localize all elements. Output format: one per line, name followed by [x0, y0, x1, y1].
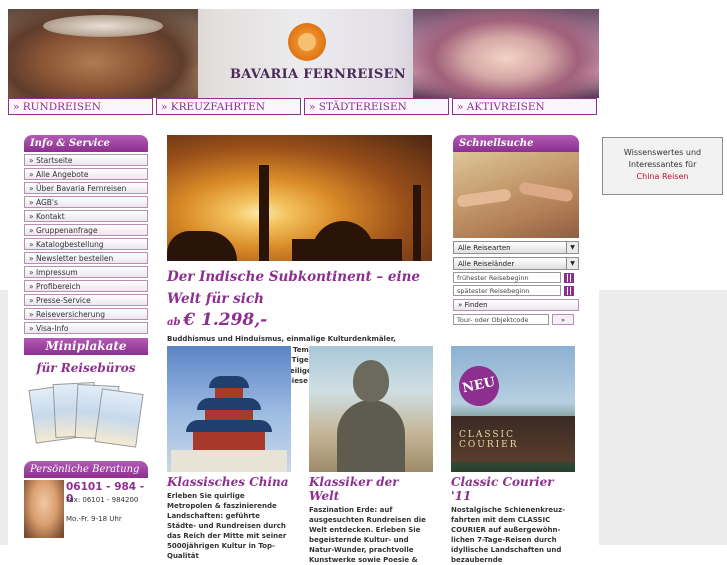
info-line-2: Interessantes für: [628, 160, 697, 169]
miniplakate-image[interactable]: [28, 381, 144, 451]
nav-staedtereisen[interactable]: » STÄDTEREISEN: [304, 98, 449, 115]
header-banner: BAVARIA FERNREISEN: [8, 9, 599, 98]
nav-kreuzfahrten[interactable]: » KREUZFAHRTEN: [156, 98, 301, 115]
hero-image[interactable]: [167, 135, 432, 261]
go-button[interactable]: »: [552, 314, 574, 325]
tile-courier-text: Nostalgische Schienenkreuz-fahrten mit d…: [451, 506, 566, 564]
quick-search-title: Schnellsuche: [453, 135, 579, 152]
find-button[interactable]: » Finden: [453, 299, 579, 311]
sidebar-item-profibereich[interactable]: » Profibereich: [24, 280, 148, 292]
sidebar-item-newsletter[interactable]: » Newsletter bestellen: [24, 252, 148, 264]
price-prefix: ab: [167, 317, 181, 328]
main-nav: » RUNDREISEN » KREUZFAHRTEN » STÄDTEREIS…: [8, 98, 599, 117]
beratung-title: Persönliche Beratung: [24, 461, 148, 478]
nav-rundreisen[interactable]: » RUNDREISEN: [8, 98, 153, 115]
beratung-body: 06101 - 984 - 0 Fax: 06101 - 984200 Mo.-…: [24, 478, 148, 538]
buddha-head: [353, 360, 389, 402]
consultant-photo: [24, 480, 64, 538]
temple-body: [205, 410, 253, 420]
search-header-image: [453, 152, 579, 238]
new-badge: NEU: [455, 362, 503, 410]
tile-klassiker-text: Faszination Erde: auf ausgesuchten Rundr…: [309, 506, 426, 564]
china-reisen-link[interactable]: China Reisen: [603, 171, 722, 183]
palace-silhouette: [292, 239, 402, 261]
temple-base: [171, 450, 287, 472]
sidebar-item-presse-service[interactable]: » Presse-Service: [24, 294, 148, 306]
select-reiselaender[interactable]: Alle Reiseländer ▼: [453, 257, 579, 270]
tile-courier-title[interactable]: Classic Courier '11: [451, 475, 575, 503]
quick-search: Schnellsuche Alle Reisearten ▼ Alle Reis…: [453, 135, 579, 325]
sidebar-item-ueber-uns[interactable]: » Über Bavaria Fernreisen: [24, 182, 148, 194]
poster-thumb: [94, 388, 144, 448]
tile-china[interactable]: Klassisches China Erleben Sie quirlige M…: [167, 346, 291, 561]
sidebar-item-reiseversicherung[interactable]: » Reiseversicherung: [24, 308, 148, 320]
info-line-1: Wissenswertes und: [623, 148, 702, 157]
chevron-down-icon[interactable]: ▼: [566, 242, 578, 253]
fax-number: Fax: 06101 - 984200: [66, 496, 139, 504]
sidebar-item-visa-info[interactable]: » Visa-Info: [24, 322, 148, 334]
nav-aktivreisen[interactable]: » AKTIVREISEN: [452, 98, 597, 115]
latest-date-input[interactable]: spätester Reisebeginn: [453, 285, 561, 296]
sidebar-item-impressum[interactable]: » Impressum: [24, 266, 148, 278]
code-row: Tour- oder Objektcode »: [453, 314, 579, 325]
miniplakate-subtitle[interactable]: für Reisebüros: [24, 361, 148, 375]
earliest-date-input[interactable]: frühester Reisebeginn: [453, 272, 561, 283]
minaret-silhouette: [259, 165, 269, 261]
info-service-title: Info & Service: [24, 135, 148, 152]
select-reiselaender-value: Alle Reiseländer: [458, 260, 515, 268]
minaret-silhouette: [413, 185, 421, 261]
brand-name[interactable]: BAVARIA FERNREISEN: [230, 67, 406, 82]
sidebar-item-agb[interactable]: » AGB's: [24, 196, 148, 208]
train-label: CLASSIC COURIER: [459, 430, 519, 450]
sidebar-item-alle-angebote[interactable]: » Alle Angebote: [24, 168, 148, 180]
sidebar-item-kontakt[interactable]: » Kontakt: [24, 210, 148, 222]
lion-face: [298, 33, 316, 51]
opening-hours: Mo.-Fr. 9-18 Uhr: [66, 515, 122, 523]
lion-logo-icon[interactable]: [288, 23, 326, 61]
earliest-date-row: frühester Reisebeginn: [453, 272, 579, 283]
miniplakate-title[interactable]: Miniplakate: [24, 338, 148, 355]
tile-classic-courier[interactable]: CLASSIC COURIER NEU Classic Courier '11 …: [451, 346, 575, 565]
left-sidebar: Info & Service » Startseite » Alle Angeb…: [24, 135, 148, 538]
hero-price: ab € 1.298,-: [167, 310, 440, 330]
tile-china-text: Erleben Sie quirlige Metropolen & faszin…: [167, 492, 287, 560]
latest-date-row: spätester Reisebeginn: [453, 285, 579, 296]
tile-klassiker-title[interactable]: Klassiker der Welt: [309, 475, 433, 503]
train-image[interactable]: CLASSIC COURIER NEU: [451, 346, 575, 472]
sidebar-item-gruppenanfrage[interactable]: » Gruppenanfrage: [24, 224, 148, 236]
buddha-image[interactable]: [309, 346, 433, 472]
header-photo-right: [413, 9, 599, 98]
select-reisearten-value: Alle Reisearten: [458, 244, 511, 252]
sidebar-item-startseite[interactable]: » Startseite: [24, 154, 148, 166]
temple-body: [193, 432, 265, 450]
temple-body: [215, 388, 243, 398]
sidebar-item-katalogbestellung[interactable]: » Katalogbestellung: [24, 238, 148, 250]
tile-china-title[interactable]: Klassisches China: [167, 475, 291, 489]
hand-shape: [456, 188, 512, 208]
hand-shape: [518, 181, 574, 203]
temple-roof: [209, 376, 249, 388]
calendar-icon[interactable]: [564, 285, 574, 296]
buddha-body: [337, 400, 405, 472]
china-info-box[interactable]: Wissenswertes und Interessantes für Chin…: [602, 137, 723, 195]
tour-code-input[interactable]: Tour- oder Objektcode: [453, 314, 549, 325]
select-reisearten[interactable]: Alle Reisearten ▼: [453, 241, 579, 254]
hero-title[interactable]: Der Indische Subkontinent – eine Welt fü…: [167, 266, 432, 310]
tile-klassiker[interactable]: Klassiker der Welt Faszination Erde: auf…: [309, 346, 433, 565]
china-temple-image[interactable]: [167, 346, 291, 472]
tree-silhouette: [167, 231, 237, 261]
temple-roof: [197, 398, 261, 410]
temple-roof: [186, 420, 272, 432]
hat-shape: [43, 15, 163, 37]
chevron-down-icon[interactable]: ▼: [566, 258, 578, 269]
header-photo-left: [8, 9, 198, 98]
price-amount: € 1.298,-: [183, 310, 268, 330]
calendar-icon[interactable]: [564, 272, 574, 283]
